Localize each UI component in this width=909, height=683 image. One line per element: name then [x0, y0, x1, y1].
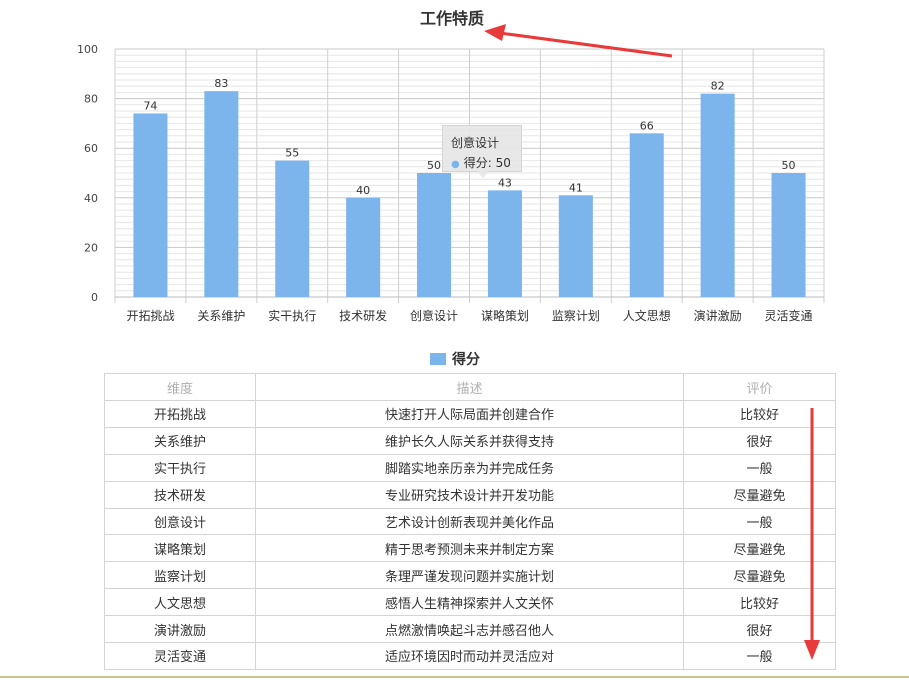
cell-description: 适应环境因时而动并灵活应对 [255, 642, 684, 670]
annotation-arrow-title [484, 24, 673, 58]
data-label: 74 [143, 99, 157, 112]
table-row: 实干执行 脚踏实地亲历亲为并完成任务 一般 [104, 453, 836, 482]
table-row: 监察计划 条理严谨发现问题并实施计划 尽量避免 [104, 561, 836, 590]
cell-dimension: 技术研发 [104, 480, 256, 509]
x-tick-label: 灵活变通 [765, 308, 813, 323]
y-tick-label: 20 [84, 241, 98, 254]
data-label: 50 [782, 159, 796, 172]
table-row: 人文思想 感悟人生精神探索并人文关怀 比较好 [104, 588, 836, 617]
chart-legend[interactable]: 得分 [430, 350, 480, 368]
data-label: 43 [498, 176, 512, 189]
chart-title: 工作特质 [420, 9, 484, 28]
x-axis: 开拓挑战 关系维护 实干执行 技术研发 创意设计 谋略策划 监察计划 人文思想 演讲激励 灵活变通 [126, 308, 812, 323]
cell-description: 感悟人生精神探索并人文关怀 [255, 588, 684, 617]
cell-dimension: 创意设计 [104, 507, 256, 536]
bottom-divider [0, 676, 909, 678]
y-tick-label: 100 [77, 43, 98, 56]
bar[interactable] [275, 160, 310, 297]
x-tick-label: 人文思想 [623, 308, 671, 323]
data-label: 40 [356, 184, 370, 197]
cell-rating: 很好 [683, 426, 836, 455]
y-tick-label: 60 [84, 142, 98, 155]
data-label: 41 [569, 181, 583, 194]
evaluation-table: 维度 描述 评价 开拓挑战 快速打开人际局面并创建合作 比较好 关系维护 维护长久人际关… [104, 373, 836, 670]
cell-dimension: 演讲激励 [104, 615, 256, 644]
cell-dimension: 开拓挑战 [104, 400, 256, 428]
header-dimension: 维度 [104, 373, 256, 401]
cell-description: 条理严谨发现问题并实施计划 [255, 561, 684, 590]
table-row: 创意设计 艺术设计创新表现并美化作品 一般 [104, 507, 836, 536]
table-row: 灵活变通 适应环境因时而动并灵活应对 一般 [104, 642, 836, 670]
bar[interactable] [558, 195, 593, 297]
table-row: 开拓挑战 快速打开人际局面并创建合作 比较好 [104, 400, 836, 428]
cell-rating: 比较好 [683, 400, 836, 428]
data-label: 82 [711, 80, 725, 93]
cell-rating: 一般 [683, 642, 836, 670]
bar-chart: 工作特质 0 20 40 60 80 100 74 83 55 40 50 43 41 66 82 50 开… [77, 9, 825, 323]
data-label: 83 [214, 77, 228, 90]
tooltip-series-dot-icon: ● [451, 159, 460, 170]
y-tick-label: 40 [84, 192, 98, 205]
tooltip-value: 50 [495, 156, 511, 170]
cell-dimension: 人文思想 [104, 588, 256, 617]
x-tick-label: 创意设计 [410, 308, 458, 323]
tooltip-category: 创意设计 [451, 136, 500, 150]
x-tick-label: 技术研发 [339, 308, 387, 323]
bar[interactable] [133, 113, 168, 297]
bar[interactable] [487, 190, 522, 297]
table-row: 演讲激励 点燃激情唤起斗志并感召他人 很好 [104, 615, 836, 644]
tooltip-series: 得分 [463, 156, 488, 170]
table-header-row: 维度 描述 评价 [104, 373, 836, 401]
cell-dimension: 实干执行 [104, 453, 256, 482]
bar[interactable] [700, 93, 735, 297]
cell-description: 点燃激情唤起斗志并感召他人 [255, 615, 684, 644]
header-description: 描述 [255, 373, 684, 401]
x-tick-label: 开拓挑战 [126, 309, 174, 323]
cell-description: 快速打开人际局面并创建合作 [255, 400, 684, 428]
cell-dimension: 关系维护 [104, 426, 256, 455]
chart-tooltip: 创意设计 ● 得分: 50 [442, 125, 522, 178]
x-tick-label: 实干执行 [268, 308, 316, 323]
cell-rating: 尽量避免 [683, 534, 836, 563]
table-row: 技术研发 专业研究技术设计并开发功能 尽量避免 [104, 480, 836, 509]
bar[interactable] [204, 91, 239, 297]
cell-description: 脚踏实地亲历亲为并完成任务 [255, 453, 684, 482]
table-row: 关系维护 维护长久人际关系并获得支持 很好 [104, 426, 836, 455]
table-row: 谋略策划 精于思考预测未来并制定方案 尽量避免 [104, 534, 836, 563]
header-rating: 评价 [683, 373, 836, 401]
cell-rating: 尽量避免 [683, 561, 836, 590]
cell-rating: 尽量避免 [683, 480, 836, 509]
data-label: 55 [285, 147, 299, 160]
cell-rating: 很好 [683, 615, 836, 644]
cell-description: 维护长久人际关系并获得支持 [255, 426, 684, 455]
y-tick-label: 0 [91, 291, 98, 304]
x-tick-label: 演讲激励 [694, 308, 742, 323]
y-tick-label: 80 [84, 93, 98, 106]
bar[interactable] [771, 173, 806, 297]
cell-description: 专业研究技术设计并开发功能 [255, 480, 684, 509]
cell-dimension: 灵活变通 [104, 642, 256, 670]
cell-rating: 一般 [683, 453, 836, 482]
cell-dimension: 谋略策划 [104, 534, 256, 563]
bar[interactable] [417, 173, 452, 297]
data-label: 50 [427, 159, 441, 172]
cell-description: 艺术设计创新表现并美化作品 [255, 507, 684, 536]
legend-swatch-icon [430, 353, 446, 365]
x-tick-label: 监察计划 [552, 309, 600, 323]
bar[interactable] [629, 133, 664, 297]
cell-rating: 比较好 [683, 588, 836, 617]
x-tick-label: 谋略策划 [481, 308, 529, 323]
bar[interactable] [346, 197, 381, 297]
cell-description: 精于思考预测未来并制定方案 [255, 534, 684, 563]
cell-dimension: 监察计划 [104, 561, 256, 590]
cell-rating: 一般 [683, 507, 836, 536]
data-label: 66 [640, 119, 654, 132]
legend-label: 得分 [452, 352, 480, 368]
x-tick-label: 关系维护 [197, 309, 245, 323]
